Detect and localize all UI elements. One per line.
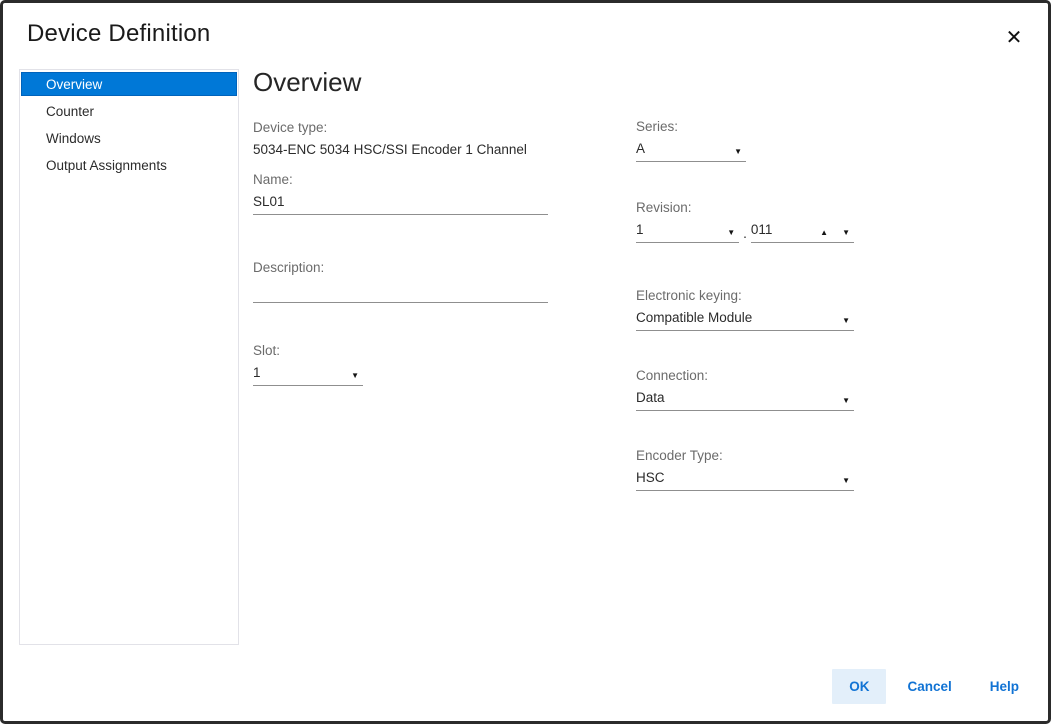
description-field: Description: <box>253 259 548 303</box>
ok-button[interactable]: OK <box>832 669 886 704</box>
revision-label: Revision: <box>636 199 854 217</box>
revision-minor-spinner[interactable]: 011 ▲▼ <box>751 219 854 243</box>
spin-down-icon[interactable]: ▼ <box>842 228 850 237</box>
dialog-title: Device Definition <box>27 20 210 48</box>
chevron-down-icon: ▼ <box>351 372 359 380</box>
slot-field: Slot: 1 ▼ <box>253 342 363 386</box>
slot-label: Slot: <box>253 342 363 360</box>
series-dropdown[interactable]: A ▼ <box>636 138 746 162</box>
spin-up-icon[interactable]: ▲ <box>820 228 828 237</box>
electronic-keying-field: Electronic keying: Compatible Module ▼ <box>636 287 854 331</box>
slot-value: 1 <box>253 365 261 380</box>
category-sidebar: Overview Counter Windows Output Assignme… <box>19 69 239 645</box>
chevron-down-icon: ▼ <box>842 477 850 485</box>
slot-dropdown[interactable]: 1 ▼ <box>253 362 363 386</box>
sidebar-item-counter[interactable]: Counter <box>21 99 237 123</box>
description-input[interactable] <box>253 279 548 303</box>
name-field: Name: SL01 <box>253 171 548 215</box>
chevron-down-icon: ▼ <box>842 317 850 325</box>
revision-major-dropdown[interactable]: 1 ▼ <box>636 219 739 243</box>
connection-value: Data <box>636 390 665 405</box>
close-icon[interactable]: ✕ <box>1000 23 1028 51</box>
sidebar-item-output-assignments[interactable]: Output Assignments <box>21 153 237 177</box>
device-type-value: 5034-ENC 5034 HSC/SSI Encoder 1 Channel <box>253 141 548 159</box>
description-label: Description: <box>253 259 548 277</box>
page-title: Overview <box>253 67 361 98</box>
electronic-keying-dropdown[interactable]: Compatible Module ▼ <box>636 307 854 331</box>
revision-minor-value: 011 <box>751 222 773 237</box>
series-field: Series: A ▼ <box>636 118 746 162</box>
connection-label: Connection: <box>636 367 854 385</box>
device-type-field: Device type: 5034-ENC 5034 HSC/SSI Encod… <box>253 119 548 159</box>
name-label: Name: <box>253 171 548 189</box>
electronic-keying-value: Compatible Module <box>636 310 752 325</box>
series-label: Series: <box>636 118 746 136</box>
spinner-arrows: ▲▼ <box>820 229 850 237</box>
encoder-type-value: HSC <box>636 470 665 485</box>
encoder-type-dropdown[interactable]: HSC ▼ <box>636 467 854 491</box>
cancel-button[interactable]: Cancel <box>890 669 968 704</box>
connection-field: Connection: Data ▼ <box>636 367 854 411</box>
revision-major-value: 1 <box>636 222 644 237</box>
sidebar-item-overview[interactable]: Overview <box>21 72 237 96</box>
encoder-type-label: Encoder Type: <box>636 447 854 465</box>
help-button[interactable]: Help <box>973 669 1036 704</box>
electronic-keying-label: Electronic keying: <box>636 287 854 305</box>
device-type-label: Device type: <box>253 119 548 137</box>
revision-separator: . <box>739 226 751 243</box>
dialog-footer: OK Cancel Help <box>828 669 1036 704</box>
revision-field: Revision: 1 ▼ . 011 ▲▼ <box>636 199 854 243</box>
encoder-type-field: Encoder Type: HSC ▼ <box>636 447 854 491</box>
series-value: A <box>636 141 645 156</box>
device-definition-dialog: Device Definition ✕ Overview Counter Win… <box>0 0 1051 724</box>
sidebar-item-windows[interactable]: Windows <box>21 126 237 150</box>
connection-dropdown[interactable]: Data ▼ <box>636 387 854 411</box>
name-input[interactable]: SL01 <box>253 191 548 215</box>
chevron-down-icon: ▼ <box>727 229 735 237</box>
chevron-down-icon: ▼ <box>842 397 850 405</box>
chevron-down-icon: ▼ <box>734 148 742 156</box>
